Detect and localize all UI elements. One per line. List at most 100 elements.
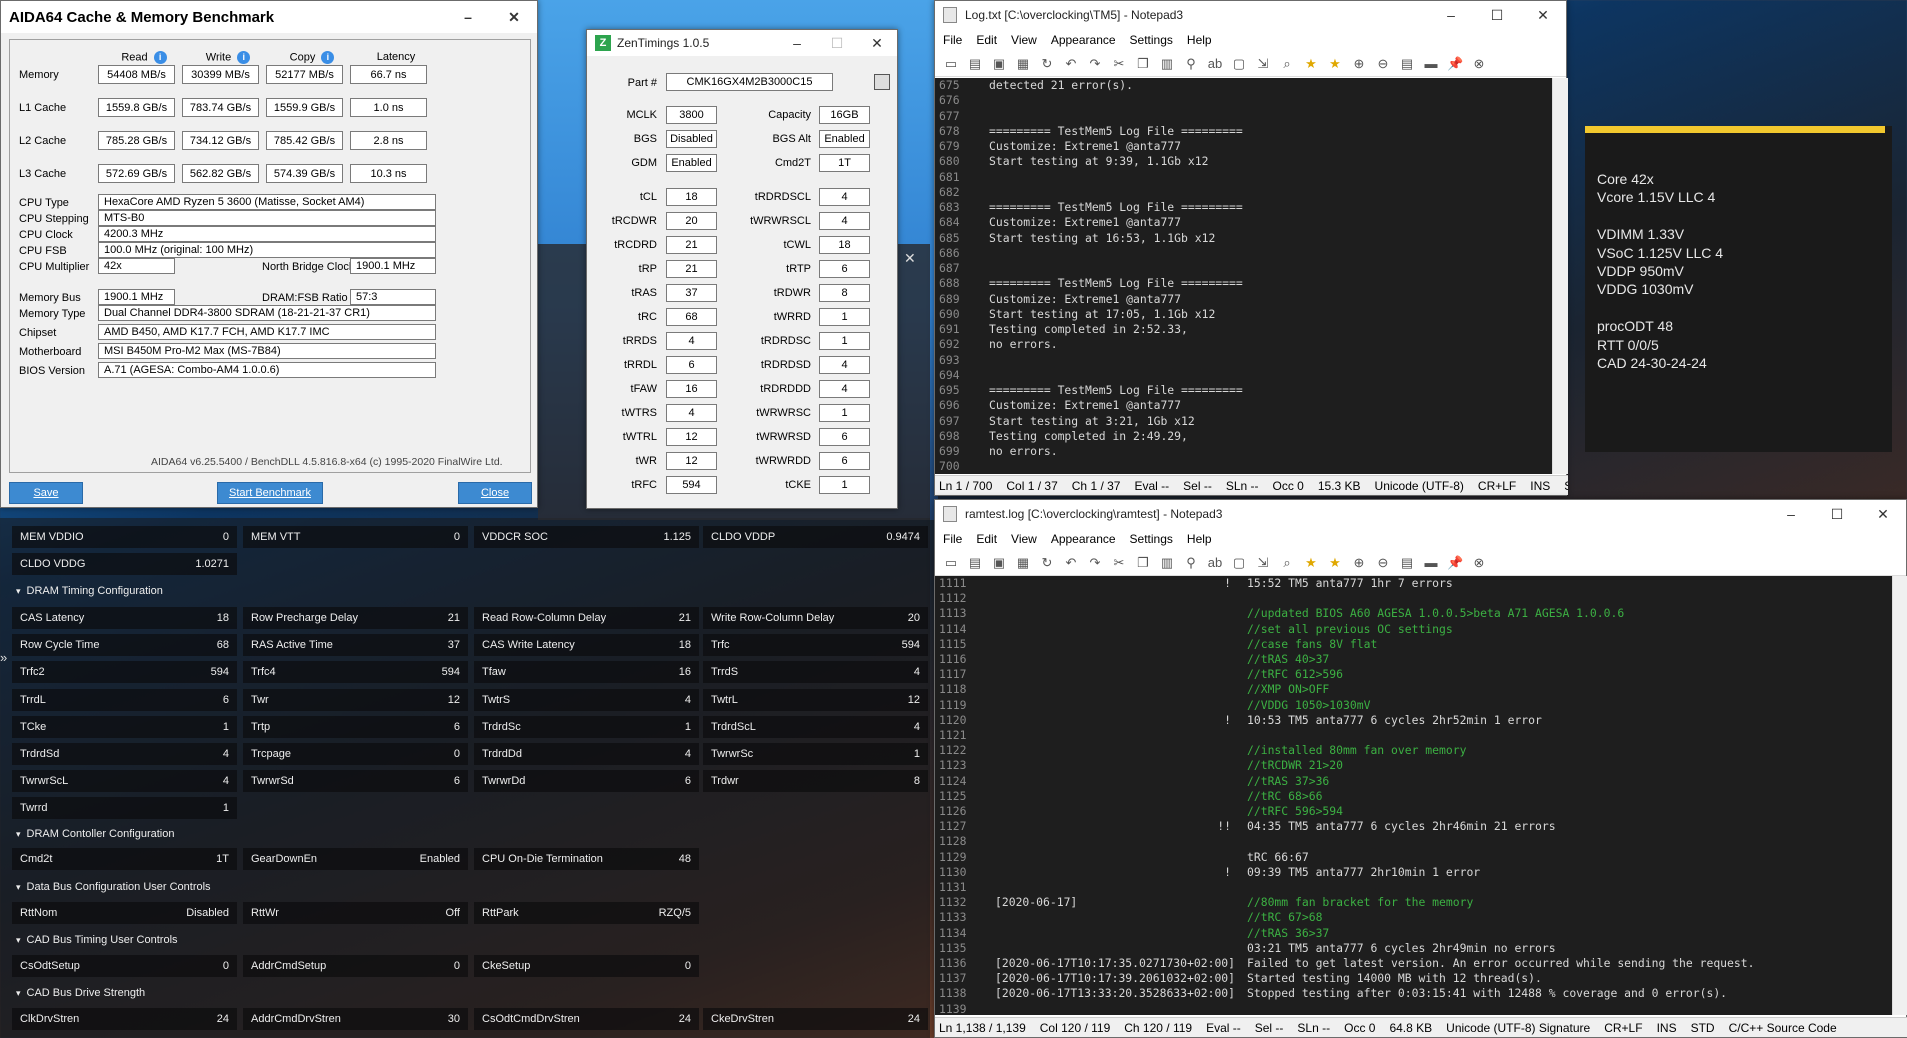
maximize-icon[interactable]: ☐	[1814, 500, 1860, 528]
menu-item[interactable]: Appearance	[1051, 33, 1116, 47]
info-icon[interactable]: i	[237, 51, 251, 64]
zoom-icon[interactable]: ⌕	[1279, 56, 1295, 72]
find-icon[interactable]: ⚲	[1183, 56, 1199, 72]
close-doc-icon[interactable]: ⊗	[1471, 56, 1487, 72]
minimize-icon[interactable]: –	[445, 3, 491, 31]
collapse-arrow-icon[interactable]: ▾	[16, 935, 21, 946]
collapse-arrow-icon[interactable]: ▾	[16, 586, 21, 597]
replace-icon[interactable]: ab	[1207, 555, 1223, 571]
pin-icon[interactable]: 📌	[1447, 555, 1463, 571]
editor-area[interactable]: 1111! 15:52 TM5 anta777 1hr 7 errors 1112 1…	[935, 576, 1892, 1015]
console-icon[interactable]: ▬	[1423, 56, 1439, 72]
expand-arrow-icon[interactable]: »	[0, 650, 7, 665]
status-item: Ln 1 / 700	[939, 478, 993, 493]
open-icon[interactable]: ▤	[967, 56, 983, 72]
collapse-arrow-icon[interactable]: ▾	[16, 988, 21, 999]
minimize-icon[interactable]: –	[777, 29, 817, 57]
menu-item[interactable]: Help	[1187, 532, 1212, 546]
undo-icon[interactable]: ↶	[1063, 56, 1079, 72]
menu-item[interactable]: View	[1011, 33, 1037, 47]
menu-item[interactable]: Settings	[1130, 532, 1173, 546]
bookmark-icon[interactable]: ★	[1303, 56, 1319, 72]
close-button[interactable]: Close	[458, 482, 532, 504]
zoom-in-icon[interactable]: ⊕	[1351, 56, 1367, 72]
menu-item[interactable]: View	[1011, 532, 1037, 546]
minimize-icon[interactable]: –	[1768, 500, 1814, 528]
cut-icon[interactable]: ✂	[1111, 56, 1127, 72]
menu-item[interactable]: Appearance	[1051, 532, 1116, 546]
save-icon[interactable]: ▣	[991, 56, 1007, 72]
bookmark-icon[interactable]: ★	[1303, 555, 1319, 571]
line-number: 1136	[939, 956, 967, 970]
section-header[interactable]: ▾ DRAM Timing Configuration	[16, 580, 163, 602]
zoom-icon[interactable]: ⌕	[1279, 555, 1295, 571]
open-icon[interactable]: ▤	[967, 555, 983, 571]
info-icon[interactable]: i	[321, 51, 335, 64]
section-header[interactable]: ▾ Data Bus Configuration User Controls	[16, 876, 211, 898]
goto-icon[interactable]: ⇲	[1255, 56, 1271, 72]
save-as-icon[interactable]: ▦	[1015, 555, 1031, 571]
redo-icon[interactable]: ↷	[1087, 56, 1103, 72]
collapse-arrow-icon[interactable]: ▾	[16, 829, 21, 840]
screenshot-icon[interactable]	[874, 74, 890, 90]
wrap-icon[interactable]: ▢	[1231, 56, 1247, 72]
value-field: 2.8 ns	[350, 131, 427, 150]
timing-value: 12	[666, 428, 717, 446]
zoom-out-icon[interactable]: ⊖	[1375, 555, 1391, 571]
close-icon[interactable]: ✕	[491, 3, 537, 31]
save-as-icon[interactable]: ▦	[1015, 56, 1031, 72]
close-icon[interactable]: ✕	[1860, 500, 1906, 528]
close-doc-icon[interactable]: ⊗	[1471, 555, 1487, 571]
paste-icon[interactable]: ▥	[1159, 56, 1175, 72]
find-icon[interactable]: ⚲	[1183, 555, 1199, 571]
zoom-in-icon[interactable]: ⊕	[1351, 555, 1367, 571]
wrap-icon[interactable]: ▢	[1231, 555, 1247, 571]
copy-icon[interactable]: ❐	[1135, 56, 1151, 72]
bookmark-next-icon[interactable]: ★	[1327, 555, 1343, 571]
close-icon[interactable]: ✕	[904, 250, 916, 267]
console-icon[interactable]: ▬	[1423, 555, 1439, 571]
new-file-icon[interactable]: ▭	[943, 555, 959, 571]
reload-icon[interactable]: ↻	[1039, 555, 1055, 571]
part-field: CMK16GX4M2B3000C15	[666, 73, 833, 91]
copy-icon[interactable]: ❐	[1135, 555, 1151, 571]
window-titlebar: Z ZenTimings 1.0.5 – ☐ ✕	[587, 30, 897, 56]
new-file-icon[interactable]: ▭	[943, 56, 959, 72]
field-value: HexaCore AMD Ryzen 5 3600 (Matisse, Sock…	[98, 194, 436, 210]
minimize-icon[interactable]: –	[1428, 1, 1474, 29]
menu-item[interactable]: File	[943, 33, 962, 47]
field-label: MEM VTT	[251, 531, 301, 543]
bookmark-next-icon[interactable]: ★	[1327, 56, 1343, 72]
start-benchmark-button[interactable]: Start Benchmark	[217, 482, 323, 504]
close-icon[interactable]: ✕	[1520, 1, 1566, 29]
undo-icon[interactable]: ↶	[1063, 555, 1079, 571]
code-line: ========= TestMem5 Log File =========	[989, 383, 1243, 397]
maximize-icon[interactable]: ☐	[1474, 1, 1520, 29]
section-header[interactable]: ▾ DRAM Contoller Configuration	[16, 823, 174, 845]
zoom-out-icon[interactable]: ⊖	[1375, 56, 1391, 72]
menu-item[interactable]: File	[943, 532, 962, 546]
reload-icon[interactable]: ↻	[1039, 56, 1055, 72]
redo-icon[interactable]: ↷	[1087, 555, 1103, 571]
collapse-arrow-icon[interactable]: ▾	[16, 882, 21, 893]
cut-icon[interactable]: ✂	[1111, 555, 1127, 571]
view-icon[interactable]: ▤	[1399, 56, 1415, 72]
vertical-scrollbar[interactable]	[1552, 78, 1568, 474]
vertical-scrollbar[interactable]	[1892, 576, 1907, 1015]
pin-icon[interactable]: 📌	[1447, 56, 1463, 72]
paste-icon[interactable]: ▥	[1159, 555, 1175, 571]
menu-item[interactable]: Settings	[1130, 33, 1173, 47]
save-icon[interactable]: ▣	[991, 555, 1007, 571]
close-icon[interactable]: ✕	[857, 29, 897, 57]
section-header[interactable]: ▾ CAD Bus Drive Strength	[16, 982, 145, 1004]
section-header[interactable]: ▾ CAD Bus Timing User Controls	[16, 929, 178, 951]
editor-area[interactable]: 675 detected 21 error(s). 676 677 678 =======…	[935, 78, 1552, 474]
save-button[interactable]: Save	[9, 482, 83, 504]
goto-icon[interactable]: ⇲	[1255, 555, 1271, 571]
replace-icon[interactable]: ab	[1207, 56, 1223, 72]
menu-item[interactable]: Help	[1187, 33, 1212, 47]
info-icon[interactable]: i	[153, 51, 167, 64]
menu-item[interactable]: Edit	[976, 532, 997, 546]
menu-item[interactable]: Edit	[976, 33, 997, 47]
view-icon[interactable]: ▤	[1399, 555, 1415, 571]
